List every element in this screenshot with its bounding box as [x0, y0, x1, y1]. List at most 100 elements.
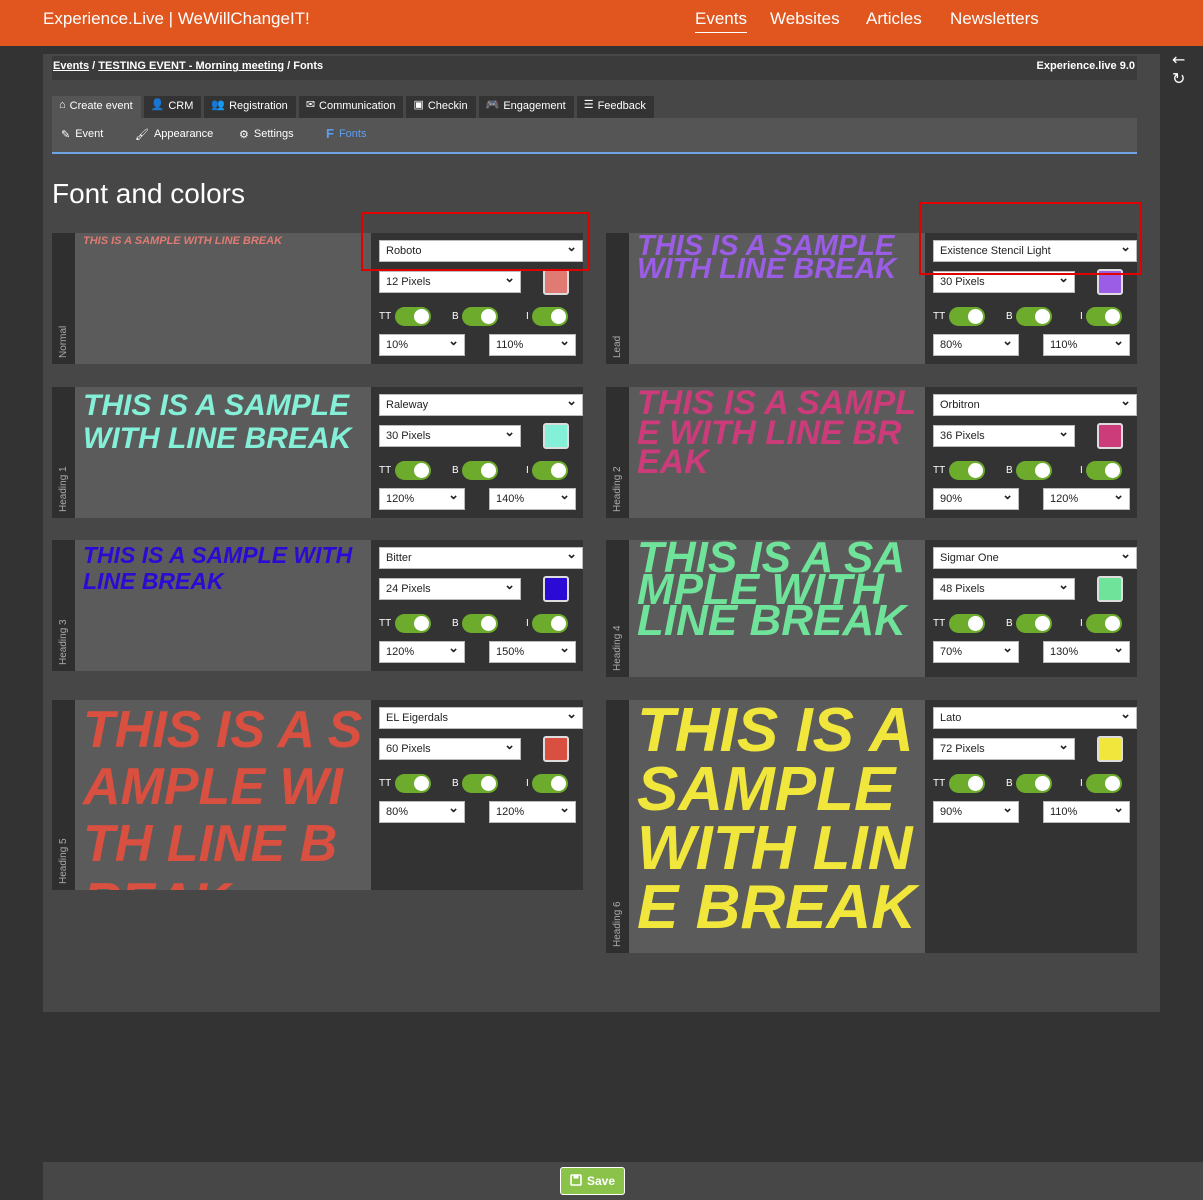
sample-preview: THIS IS A SAMPLE WITH LINE BREAK [629, 387, 925, 518]
tab-registration[interactable]: 👥 Registration [204, 96, 296, 118]
letter-spacing-select[interactable]: 70% [933, 640, 1019, 663]
color-swatch[interactable] [543, 576, 569, 602]
subnav-label: Appearance [153, 128, 214, 140]
font-family-select[interactable]: Bitter [379, 546, 583, 569]
italic-toggle[interactable] [532, 614, 568, 633]
color-swatch[interactable] [543, 736, 569, 762]
color-swatch[interactable] [543, 423, 569, 449]
nav-articles[interactable]: Articles [866, 9, 922, 29]
tab-create-event[interactable]: ⌂ Create event [52, 96, 141, 118]
nav-newsletters[interactable]: Newsletters [950, 9, 1039, 29]
italic-label: I [526, 311, 529, 322]
line-height-select[interactable]: 110% [1043, 333, 1130, 356]
highlight-box [361, 212, 590, 271]
italic-toggle[interactable] [532, 774, 568, 793]
tab-feedback[interactable]: ☰ Feedback [576, 96, 654, 118]
uppercase-toggle[interactable] [949, 774, 985, 793]
subnav-appearance[interactable]: 🖌 Appearance [135, 128, 213, 141]
breadcrumb-event[interactable]: TESTING EVENT - Morning meeting [98, 60, 284, 72]
tab-engagement[interactable]: 🎮 Engagement [478, 96, 574, 118]
uppercase-toggle[interactable] [395, 307, 431, 326]
color-swatch[interactable] [1097, 423, 1123, 449]
sample-preview: THIS IS A SAMPLE WITH LINE BREAK [75, 700, 371, 890]
sample-preview: THIS IS A SAMPLE WITH LINE BREAK [629, 700, 925, 953]
uppercase-toggle[interactable] [949, 307, 985, 326]
tab-label: Create event [69, 100, 133, 112]
tab-checkin[interactable]: ▣ Checkin [406, 96, 476, 118]
font-card-heading-3: Heading 3 THIS IS A SAMPLE WITH LINE BRE… [52, 540, 583, 671]
bold-label: B [452, 465, 459, 476]
tab-label: Checkin [427, 100, 468, 112]
uppercase-toggle[interactable] [395, 614, 431, 633]
tab-communication[interactable]: ✉ Communication [298, 96, 404, 118]
font-size-select[interactable]: 12 Pixels [379, 270, 521, 293]
letter-spacing-select[interactable]: 80% [379, 800, 465, 823]
breadcrumb-events[interactable]: Events [53, 60, 89, 72]
letter-spacing-select[interactable]: 120% [379, 640, 465, 663]
gear-icon: ⚙ [239, 129, 249, 141]
italic-toggle[interactable] [1086, 774, 1122, 793]
font-size-select[interactable]: 72 Pixels [933, 737, 1075, 760]
bold-toggle[interactable] [462, 614, 498, 633]
italic-toggle[interactable] [532, 461, 568, 480]
bold-toggle[interactable] [462, 774, 498, 793]
font-family-select[interactable]: Lato [933, 706, 1137, 729]
color-swatch[interactable] [1097, 576, 1123, 602]
uppercase-toggle[interactable] [949, 614, 985, 633]
bold-toggle[interactable] [1016, 307, 1052, 326]
italic-toggle[interactable] [1086, 461, 1122, 480]
font-size-select[interactable]: 30 Pixels [379, 424, 521, 447]
save-button[interactable]: Save [560, 1167, 625, 1195]
bold-toggle[interactable] [462, 461, 498, 480]
font-size-select[interactable]: 24 Pixels [379, 577, 521, 600]
font-size-select[interactable]: 48 Pixels [933, 577, 1075, 600]
font-card-heading-2: Heading 2 THIS IS A SAMPLE WITH LINE BRE… [606, 387, 1137, 518]
italic-label: I [1080, 618, 1083, 629]
letter-spacing-select[interactable]: 90% [933, 800, 1019, 823]
bold-toggle[interactable] [462, 307, 498, 326]
line-height-select[interactable]: 110% [489, 333, 576, 356]
font-family-select[interactable]: Orbitron [933, 393, 1137, 416]
line-height-select[interactable]: 150% [489, 640, 576, 663]
subnav-settings[interactable]: ⚙ Settings [239, 128, 294, 141]
line-height-select[interactable]: 130% [1043, 640, 1130, 663]
tab-crm[interactable]: 👤 CRM [143, 96, 202, 118]
font-family-select[interactable]: Raleway [379, 393, 583, 416]
italic-toggle[interactable] [532, 307, 568, 326]
bold-toggle[interactable] [1016, 774, 1052, 793]
line-height-select[interactable]: 120% [489, 800, 576, 823]
font-card-heading-1: Heading 1 THIS IS A SAMPLE WITH LINE BRE… [52, 387, 583, 518]
uppercase-toggle[interactable] [949, 461, 985, 480]
letter-spacing-select[interactable]: 90% [933, 487, 1019, 510]
line-height-select[interactable]: 140% [489, 487, 576, 510]
italic-toggle[interactable] [1086, 614, 1122, 633]
color-swatch[interactable] [1097, 736, 1123, 762]
letter-spacing-select[interactable]: 80% [933, 333, 1019, 356]
style-label: Heading 4 [611, 625, 623, 671]
font-family-select[interactable]: Sigmar One [933, 546, 1137, 569]
uppercase-toggle[interactable] [395, 774, 431, 793]
pencil-icon: ✎ [61, 129, 71, 141]
subnav-event[interactable]: ✎ Event [61, 128, 103, 141]
uppercase-label: TT [933, 465, 946, 476]
font-size-select[interactable]: 36 Pixels [933, 424, 1075, 447]
uppercase-toggle[interactable] [395, 461, 431, 480]
color-swatch[interactable] [543, 269, 569, 295]
brand-title[interactable]: Experience.Live | WeWillChangeIT! [43, 9, 310, 29]
letter-spacing-select[interactable]: 120% [379, 487, 465, 510]
nav-events[interactable]: Events [695, 9, 747, 33]
line-height-select[interactable]: 120% [1043, 487, 1130, 510]
italic-toggle[interactable] [1086, 307, 1122, 326]
font-size-select[interactable]: 60 Pixels [379, 737, 521, 760]
font-family-select[interactable]: EL Eigerdals [379, 706, 583, 729]
back-arrow-icon[interactable]: ← [1172, 50, 1185, 69]
subnav-fonts[interactable]: F Fonts [326, 126, 366, 141]
id-card-icon: ▣ [413, 99, 424, 111]
line-height-select[interactable]: 110% [1043, 800, 1130, 823]
nav-websites[interactable]: Websites [770, 9, 840, 29]
letter-spacing-select[interactable]: 10% [379, 333, 465, 356]
refresh-icon[interactable]: ↻ [1172, 69, 1185, 88]
bold-toggle[interactable] [1016, 614, 1052, 633]
save-icon [570, 1173, 582, 1189]
bold-toggle[interactable] [1016, 461, 1052, 480]
